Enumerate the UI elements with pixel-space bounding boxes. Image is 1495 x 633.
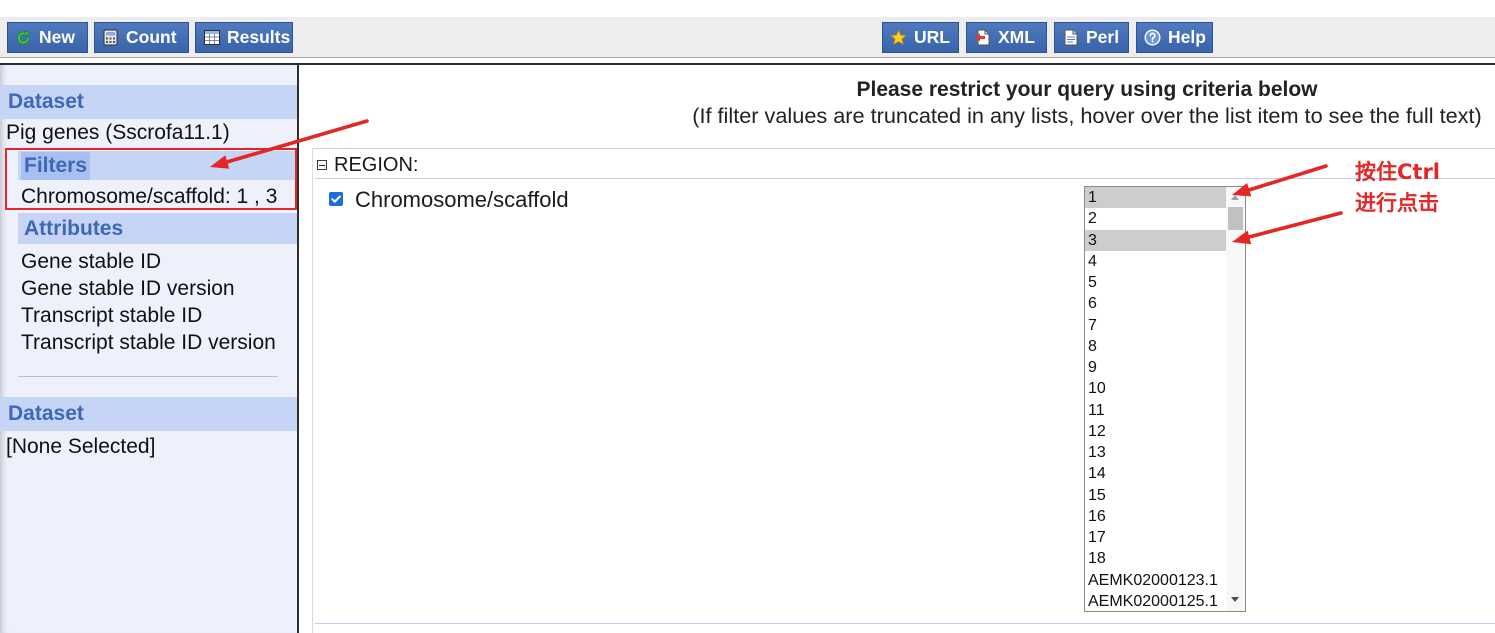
attribute-item[interactable]: Gene stable ID version: [21, 277, 235, 301]
xml-button-label: XML: [998, 27, 1035, 47]
list-option[interactable]: 15: [1085, 485, 1226, 506]
list-option[interactable]: 16: [1085, 506, 1226, 527]
scroll-up-arrow-icon[interactable]: [1231, 195, 1239, 200]
checkmark-icon: [331, 195, 341, 203]
sidebar-divider: [18, 376, 278, 377]
annotation-note-line1: 按住Ctrl: [1355, 160, 1441, 184]
list-option[interactable]: 13: [1085, 442, 1226, 463]
annotation-arrow-option-3: [1232, 211, 1343, 245]
region-box-left-border: [312, 148, 313, 633]
list-option[interactable]: 14: [1085, 463, 1226, 484]
list-option[interactable]: 4: [1085, 251, 1226, 272]
dataset-name[interactable]: Pig genes (Sscrofa11.1): [6, 121, 230, 145]
region-box-top-border: [312, 148, 1495, 149]
count-button-label: Count: [126, 27, 177, 47]
collapse-icon[interactable]: [317, 160, 327, 170]
list-option[interactable]: 8: [1085, 336, 1226, 357]
page-title: Please restrict your query using criteri…: [856, 78, 1318, 101]
filters-heading-label: Filters: [21, 151, 91, 180]
region-header-divider: [315, 178, 1495, 179]
url-button-label: URL: [914, 27, 950, 47]
scrollbar-thumb[interactable]: [1228, 207, 1243, 230]
url-button[interactable]: URL: [882, 22, 959, 53]
list-option[interactable]: 12: [1085, 421, 1226, 442]
sidebar: Dataset Pig genes (Sscrofa11.1) Filters …: [0, 65, 297, 633]
region-section-label: REGION:: [334, 154, 419, 176]
help-button[interactable]: Help: [1136, 22, 1213, 53]
page-subtitle: (If filter values are truncated in any l…: [692, 103, 1482, 128]
chromosome-select-list[interactable]: 1 2 3 4 5 6 7 8 9 10 11 12 13 14 15 16 17 18 AEMK02000123.…: [1084, 186, 1246, 612]
new-button-label: New: [39, 27, 75, 47]
attribute-item[interactable]: Transcript stable ID version: [21, 331, 276, 355]
perl-script-icon: [1062, 29, 1079, 46]
count-button[interactable]: Count: [94, 22, 189, 53]
perl-button[interactable]: Perl: [1054, 22, 1129, 53]
filter-summary[interactable]: Chromosome/scaffold: 1 , 3: [21, 185, 277, 209]
list-option[interactable]: 10: [1085, 378, 1226, 399]
list-option[interactable]: 3: [1085, 229, 1226, 251]
list-option[interactable]: 18: [1085, 548, 1226, 569]
help-button-label: Help: [1168, 27, 1206, 47]
star-icon: [890, 29, 907, 46]
list-scrollbar[interactable]: [1226, 187, 1245, 611]
results-button[interactable]: Results: [195, 22, 293, 53]
list-option[interactable]: 9: [1085, 357, 1226, 378]
calculator-icon: [102, 29, 119, 46]
second-dataset-heading-label: Dataset: [8, 402, 84, 425]
annotation-note-line2: 进行点击: [1355, 191, 1439, 215]
perl-button-label: Perl: [1086, 27, 1120, 47]
second-dataset-value[interactable]: [None Selected]: [6, 435, 155, 459]
list-option[interactable]: 5: [1085, 272, 1226, 293]
list-option[interactable]: 7: [1085, 315, 1226, 336]
scroll-down-arrow-icon[interactable]: [1231, 597, 1239, 602]
table-icon: [203, 29, 220, 46]
list-option[interactable]: 17: [1085, 527, 1226, 548]
region-box-bottom-border: [315, 623, 1495, 624]
xml-export-icon: [974, 29, 991, 46]
filters-heading[interactable]: Filters: [18, 151, 297, 180]
attribute-item[interactable]: Gene stable ID: [21, 250, 161, 274]
second-dataset-heading[interactable]: Dataset: [0, 397, 297, 431]
new-button[interactable]: New: [7, 22, 88, 53]
attribute-item[interactable]: Transcript stable ID: [21, 304, 202, 328]
chromosome-filter-label[interactable]: Chromosome/scaffold: [355, 187, 569, 213]
list-option[interactable]: 1: [1085, 187, 1226, 209]
help-icon: [1144, 29, 1161, 46]
attributes-heading-label: Attributes: [24, 216, 124, 240]
list-option[interactable]: AEMK02000123.1: [1085, 570, 1226, 591]
sidebar-border: [297, 65, 299, 633]
xml-button[interactable]: XML: [966, 22, 1047, 53]
chromosome-filter-checkbox[interactable]: [329, 192, 343, 206]
attributes-heading[interactable]: Attributes: [18, 213, 297, 244]
list-option[interactable]: AEMK02000125.1: [1085, 591, 1226, 611]
dataset-heading[interactable]: Dataset: [0, 85, 297, 119]
annotation-arrow-option-1: [1232, 164, 1328, 197]
list-option[interactable]: 11: [1085, 400, 1226, 421]
option-list: 1 2 3 4 5 6 7 8 9 10 11 12 13 14 15 16 17 18 AEMK02000123.…: [1085, 187, 1226, 611]
refresh-icon: [15, 29, 32, 46]
results-button-label: Results: [227, 27, 291, 47]
list-option[interactable]: 6: [1085, 293, 1226, 314]
toolbar: New Count Results URL XML Perl Help: [0, 17, 1495, 58]
dataset-heading-label: Dataset: [8, 90, 84, 113]
list-option[interactable]: 2: [1085, 208, 1226, 229]
